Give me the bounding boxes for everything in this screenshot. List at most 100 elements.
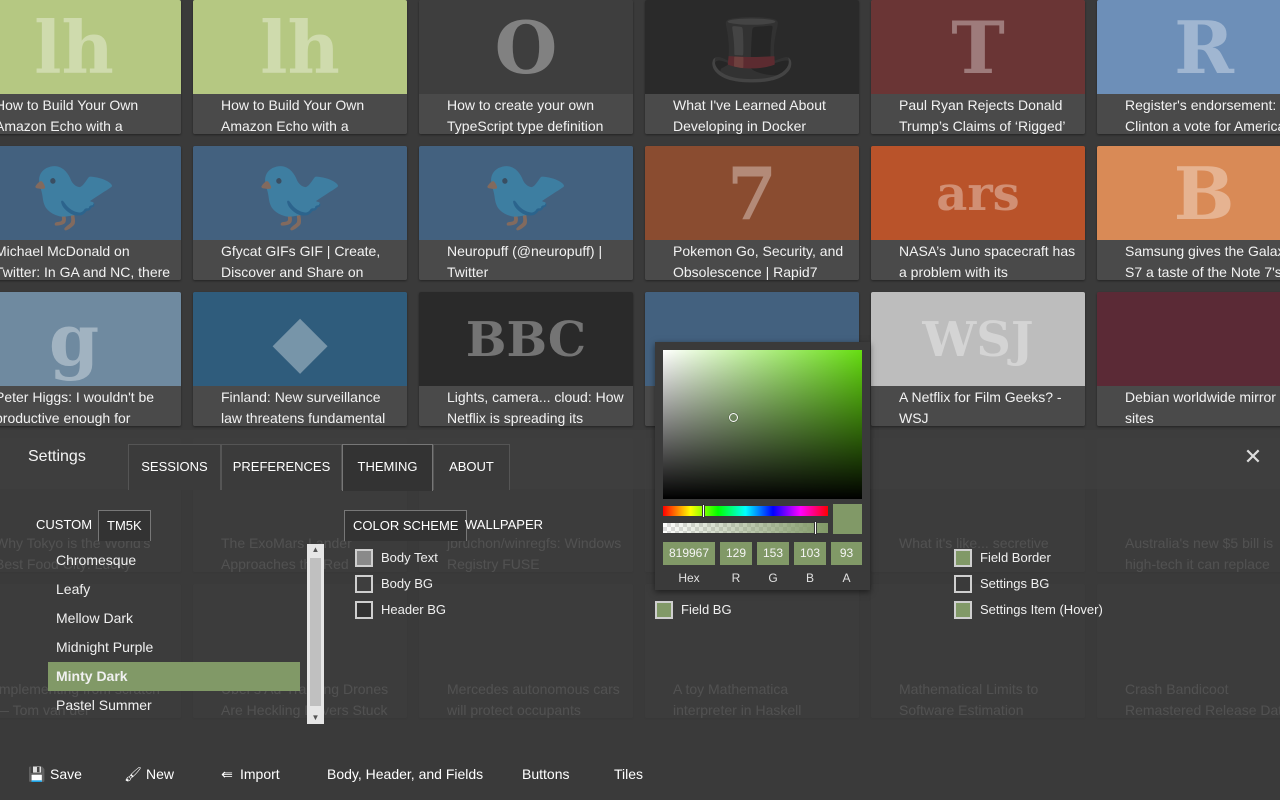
tile[interactable]: lhlhHow to Build Your Own Amazon Echo wi… (193, 0, 407, 134)
tile[interactable]: lhlhHow to Build Your Own Amazon Echo wi… (0, 0, 181, 134)
tile-thumbnail-logo: 🐦 (29, 151, 119, 236)
tile-thumbnail: R (1097, 0, 1280, 94)
tab-theming[interactable]: THEMING (342, 444, 433, 491)
tile-thumbnail: g (0, 292, 181, 386)
tile-thumbnail: 🐦 (193, 146, 407, 240)
swatch-label: Field Border (980, 550, 1051, 565)
settings-header: Settings SESSIONS PREFERENCES THEMING AB… (0, 430, 1280, 491)
buttons-button[interactable]: Buttons (522, 765, 569, 783)
r-input[interactable]: 129 (720, 542, 752, 565)
theme-list-item[interactable]: Midnight Purple (48, 633, 300, 662)
tile[interactable]: 🎩🎩What I've Learned About Developing in … (645, 0, 859, 134)
tile[interactable]: arsarsNASA’s Juno spacecraft has a probl… (871, 146, 1085, 280)
tile-thumbnail-logo: 7 (726, 151, 778, 236)
tile-thumbnail-logo: 🐦 (481, 151, 571, 236)
tab-sessions[interactable]: SESSIONS (128, 444, 221, 490)
swatch-color[interactable] (954, 601, 972, 619)
theme-list-item[interactable]: Pastel Summer (48, 691, 300, 720)
a-input[interactable]: 93 (831, 542, 862, 565)
tile-thumbnail-logo: lh (260, 5, 340, 90)
swatch-label: Header BG (381, 602, 447, 617)
saturation-area[interactable] (663, 350, 862, 499)
hex-input[interactable]: 819967 (663, 542, 715, 565)
tile-title: Samsung gives the Galaxy S7 a taste of t… (1097, 240, 1280, 280)
tab-preferences[interactable]: PREFERENCES (221, 444, 342, 490)
scroll-down-icon[interactable]: ▼ (307, 712, 324, 724)
swatch-color[interactable] (954, 575, 972, 593)
tile-title: Debian worldwide mirror sites (1097, 386, 1280, 426)
new-label: New (146, 766, 175, 782)
swatch-color[interactable] (355, 601, 373, 619)
scrollbar-thumb[interactable] (310, 558, 321, 706)
tile-thumbnail-logo: 🎩 (707, 5, 797, 90)
swatch-color[interactable] (355, 575, 373, 593)
hex-label: Hex (678, 571, 700, 585)
theme-tab-tm5k[interactable]: TM5K (98, 510, 151, 541)
tile[interactable]: 🐦🐦Michael McDonald on Twitter: In GA and… (0, 146, 181, 280)
tab-about[interactable]: ABOUT (433, 444, 510, 490)
hue-slider[interactable] (663, 504, 828, 518)
theme-list-item[interactable]: Leafy (48, 575, 300, 604)
tile[interactable]: BBSamsung gives the Galaxy S7 a taste of… (1097, 146, 1280, 280)
hue-handle[interactable] (702, 504, 705, 518)
swatch-color[interactable] (954, 549, 972, 567)
color-preview (833, 504, 862, 534)
tile-title: NASA’s Juno spacecraft has a problem wit… (871, 240, 1085, 280)
tab-wallpaper[interactable]: WALLPAPER (457, 510, 551, 541)
tab-color-scheme[interactable]: COLOR SCHEME (344, 510, 468, 541)
swatch-label: Field BG (681, 602, 732, 617)
tile-thumbnail: ◆ (193, 292, 407, 386)
alpha-handle[interactable] (814, 521, 817, 535)
tile[interactable]: 🐦🐦Neuropuff (@neuropuff) | Twitter (419, 146, 633, 280)
tile-thumbnail-logo: g (48, 297, 100, 382)
theme-list-scrollbar[interactable]: ▲ ▼ (307, 544, 324, 724)
tiles-button[interactable]: Tiles (614, 765, 643, 783)
tile-title: Paul Ryan Rejects Donald Trump’s Claims … (871, 94, 1085, 134)
tile-thumbnail: 7 (645, 146, 859, 240)
swatch-label: Settings BG (980, 576, 1050, 591)
tile-title: What I've Learned About Developing in Do… (645, 94, 859, 134)
body-header-fields-button[interactable]: Body, Header, and Fields (327, 765, 483, 783)
tile-thumbnail: WSJ (871, 292, 1085, 386)
tile-title: Lights, camera... cloud: How Netflix is … (419, 386, 633, 426)
tile[interactable]: Debian worldwide mirror sites (1097, 292, 1280, 426)
new-button[interactable]: 🖌 New (124, 765, 174, 783)
tile-thumbnail: 🎩 (645, 0, 859, 94)
tile[interactable]: RRRegister's endorsement: Clinton a vote… (1097, 0, 1280, 134)
alpha-slider[interactable] (663, 521, 828, 535)
tile-thumbnail: 🐦 (419, 146, 633, 240)
tile-title: Pokemon Go, Security, and Obsolescence |… (645, 240, 859, 280)
tile-thumbnail: T (871, 0, 1085, 94)
tile[interactable]: BBCbbcLights, camera... cloud: How Netfl… (419, 292, 633, 426)
theme-list-item[interactable]: Mellow Dark (48, 604, 300, 633)
close-icon[interactable]: ✕ (1240, 444, 1266, 470)
theme-list-item[interactable]: Chromesque (48, 546, 300, 575)
tile[interactable]: TTPaul Ryan Rejects Donald Trump’s Claim… (871, 0, 1085, 134)
color-cursor[interactable] (729, 413, 738, 422)
b-label: B (805, 571, 814, 585)
swatch-color[interactable] (355, 549, 373, 567)
import-button[interactable]: ⇚ Import (218, 765, 280, 783)
swatch-field-bg-color[interactable] (655, 601, 673, 619)
tile-thumbnail-logo: R (1174, 5, 1234, 90)
tile-thumbnail: B (1097, 146, 1280, 240)
tile[interactable]: 🐦🐦Gfycat GIFs GIF | Create, Discover and… (193, 146, 407, 280)
tile-title: How to Build Your Own Amazon Echo with a (193, 94, 407, 134)
scroll-up-icon[interactable]: ▲ (307, 544, 324, 556)
tile[interactable]: WSJWSJA Netflix for Film Geeks? - WSJ (871, 292, 1085, 426)
theme-list-item[interactable]: Minty Dark (48, 662, 300, 691)
color-picker: 819967 129 153 103 93 Hex R G B A (655, 342, 870, 590)
tile[interactable]: ◆◆Finland: New surveillance law threaten… (193, 292, 407, 426)
tile-thumbnail-logo: B (1173, 151, 1235, 236)
tile-thumbnail-logo: lh (34, 5, 114, 90)
a-label: A (842, 571, 851, 585)
b-input[interactable]: 103 (794, 542, 826, 565)
tile[interactable]: OoHow to create your own TypeScript type… (419, 0, 633, 134)
tile-thumbnail-logo: ◆ (272, 297, 328, 382)
tile-thumbnail-logo: BBC (465, 312, 587, 368)
theme-tab-custom[interactable]: CUSTOM (28, 510, 100, 541)
g-input[interactable]: 153 (757, 542, 789, 565)
save-button[interactable]: 💾 Save (28, 765, 82, 783)
tile[interactable]: ggPeter Higgs: I wouldn't be productive … (0, 292, 181, 426)
tile[interactable]: 77Pokemon Go, Security, and Obsolescence… (645, 146, 859, 280)
